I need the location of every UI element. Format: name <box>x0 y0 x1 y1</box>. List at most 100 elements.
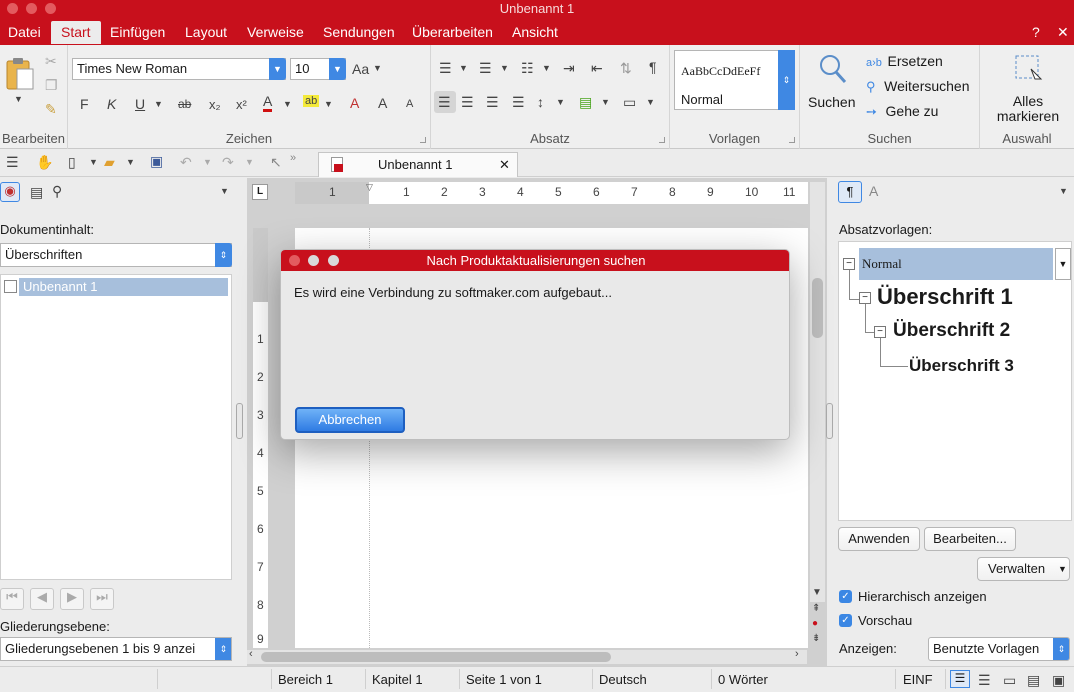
align-center-icon[interactable]: ☰ <box>461 94 474 111</box>
zoom-view-icon[interactable]: ▣ <box>1052 672 1065 689</box>
tree-checkbox[interactable] <box>4 280 17 293</box>
shading-icon[interactable]: ▤ <box>579 94 592 111</box>
pointer-icon[interactable]: ↖ <box>270 154 282 171</box>
menu-datei[interactable]: Datei <box>8 24 41 40</box>
dialog-launcher-icon[interactable] <box>789 137 795 143</box>
grow-font-icon[interactable]: A <box>378 95 387 111</box>
dialog-launcher-icon[interactable] <box>659 137 665 143</box>
menu-verweise[interactable]: Verweise <box>247 24 304 40</box>
cut-icon[interactable]: ✂ <box>45 53 57 70</box>
hamburger-menu-icon[interactable]: ☰ <box>6 154 19 171</box>
font-color-icon[interactable]: A <box>263 94 273 112</box>
chevron-down-icon[interactable]: ▼ <box>646 97 655 107</box>
menu-einfuegen[interactable]: Einfügen <box>110 24 165 40</box>
style-heading-3[interactable]: Überschrift 3 <box>909 356 1014 376</box>
style-normal[interactable]: Normal <box>859 248 1053 280</box>
borders-icon[interactable]: ▭ <box>623 94 636 111</box>
status-mode[interactable]: EINF <box>903 672 933 687</box>
chevron-down-icon[interactable]: ▼ <box>245 157 254 167</box>
goto-button[interactable]: ➙ Gehe zu <box>866 103 938 120</box>
line-spacing-icon[interactable]: ↕ <box>537 94 544 110</box>
collapse-icon[interactable]: − <box>874 326 886 338</box>
last-icon[interactable]: ⏭ <box>90 588 114 610</box>
hierarchical-checkbox[interactable]: ✓ <box>839 590 852 603</box>
vertical-scroll-thumb[interactable] <box>812 278 823 338</box>
bullets-icon[interactable]: ☰ <box>439 60 452 77</box>
page-view-icon[interactable]: ▭ <box>1003 672 1016 689</box>
chevron-down-icon[interactable]: ▼ <box>324 99 333 109</box>
zoom-window-button[interactable] <box>45 3 56 14</box>
indent-decrease-icon[interactable]: ⇤ <box>591 60 603 77</box>
indent-increase-icon[interactable]: ⇥ <box>563 60 575 77</box>
apply-button[interactable]: Anwenden <box>838 527 920 551</box>
continue-search-button[interactable]: ⚲ Weitersuchen <box>866 78 970 95</box>
navigator-icon[interactable]: ◉ <box>0 182 20 202</box>
right-panel-splitter[interactable] <box>826 403 833 439</box>
hand-tool-icon[interactable]: ✋ <box>36 154 53 171</box>
paragraph-styles-icon[interactable]: ¶ <box>838 181 862 203</box>
new-document-icon[interactable]: ▯ <box>68 154 76 171</box>
numbering-icon[interactable]: ☰ <box>479 60 492 77</box>
sort-icon[interactable]: ⇅ <box>620 60 632 77</box>
help-button[interactable]: ? <box>1032 24 1040 40</box>
underline-button[interactable]: U <box>135 96 145 112</box>
vertical-scrollbar[interactable] <box>810 182 825 602</box>
updown-chevron-icon[interactable]: ⇕ <box>1053 638 1069 660</box>
menu-start[interactable]: Start <box>51 21 101 44</box>
style-gallery-scroll-icon[interactable]: ⇕ <box>778 50 795 110</box>
chevron-down-icon[interactable]: ▼ <box>283 99 292 109</box>
close-window-button[interactable] <box>7 3 18 14</box>
paste-dropdown-icon[interactable]: ▼ <box>14 94 23 104</box>
undo-icon[interactable]: ↶ <box>180 154 192 171</box>
replace-button[interactable]: a›b Ersetzen <box>866 53 943 69</box>
scroll-right-icon[interactable]: › <box>795 648 799 660</box>
scroll-left-icon[interactable]: ‹ <box>249 648 253 660</box>
copy-icon[interactable]: ❐ <box>45 77 58 94</box>
save-icon[interactable]: ▣ <box>150 153 163 170</box>
scroll-down-icon[interactable]: ▼ <box>812 587 822 598</box>
align-right-icon[interactable]: ☰ <box>486 94 499 111</box>
chevron-down-icon[interactable]: ▼ <box>89 157 98 167</box>
menu-layout[interactable]: Layout <box>185 24 227 40</box>
menu-ansicht[interactable]: Ansicht <box>512 24 558 40</box>
normal-view-icon[interactable]: ☰ <box>950 670 970 688</box>
chevron-down-icon[interactable]: ▼ <box>500 63 509 73</box>
indent-marker-icon[interactable]: ▽ <box>366 182 373 193</box>
next-icon[interactable]: ▶ <box>60 588 84 610</box>
style-heading-2[interactable]: Überschrift 2 <box>893 320 1010 342</box>
chevron-down-icon[interactable]: ▼ <box>329 58 346 80</box>
dialog-launcher-icon[interactable] <box>420 137 426 143</box>
more-icon[interactable]: » <box>290 152 296 164</box>
highlight-icon[interactable]: ab <box>303 95 320 107</box>
updown-chevron-icon[interactable]: ⇕ <box>215 243 232 267</box>
style-gallery[interactable]: AaBbCcDdEeFf Normal ⇕ <box>674 50 795 110</box>
manage-dropdown[interactable]: Verwalten ▼ <box>977 557 1070 581</box>
previous-icon[interactable]: ◀ <box>30 588 54 610</box>
minimize-window-button[interactable] <box>26 3 37 14</box>
align-left-button[interactable]: ☰ <box>434 91 456 113</box>
master-view-icon[interactable]: ▤ <box>1027 672 1040 689</box>
chevron-down-icon[interactable]: ▼ <box>203 157 212 167</box>
updown-chevron-icon[interactable]: ⇕ <box>215 638 231 660</box>
font-size-select[interactable]: 10 ▼ <box>290 58 346 80</box>
left-panel-splitter[interactable] <box>236 403 243 439</box>
italic-button[interactable]: K <box>107 96 116 112</box>
multilevel-list-icon[interactable]: ☷ <box>521 60 534 77</box>
format-painter-icon[interactable]: ✎ <box>45 101 57 118</box>
document-tab[interactable]: Unbenannt 1 ✕ <box>318 152 518 177</box>
chevron-down-icon[interactable]: ▼ <box>459 63 468 73</box>
show-select[interactable]: Benutzte Vorlagen ⇕ <box>928 637 1070 661</box>
tree-item[interactable]: Unbenannt 1 <box>19 278 228 296</box>
search-button[interactable]: Suchen <box>808 53 856 111</box>
paste-icon[interactable] <box>5 57 35 93</box>
previous-page-icon[interactable]: ⇞ <box>812 603 820 614</box>
chevron-down-icon[interactable]: ▼ <box>601 97 610 107</box>
subscript-button[interactable]: x₂ <box>209 97 221 112</box>
font-case-icon[interactable]: Aa <box>352 61 369 77</box>
chevron-down-icon[interactable]: ▼ <box>220 186 229 196</box>
chevron-down-icon[interactable]: ▼ <box>154 99 163 109</box>
chevron-down-icon[interactable]: ▼ <box>556 97 565 107</box>
collapse-icon[interactable]: − <box>843 258 855 270</box>
shrink-font-icon[interactable]: A <box>406 98 413 110</box>
cancel-button[interactable]: Abbrechen <box>295 407 405 433</box>
